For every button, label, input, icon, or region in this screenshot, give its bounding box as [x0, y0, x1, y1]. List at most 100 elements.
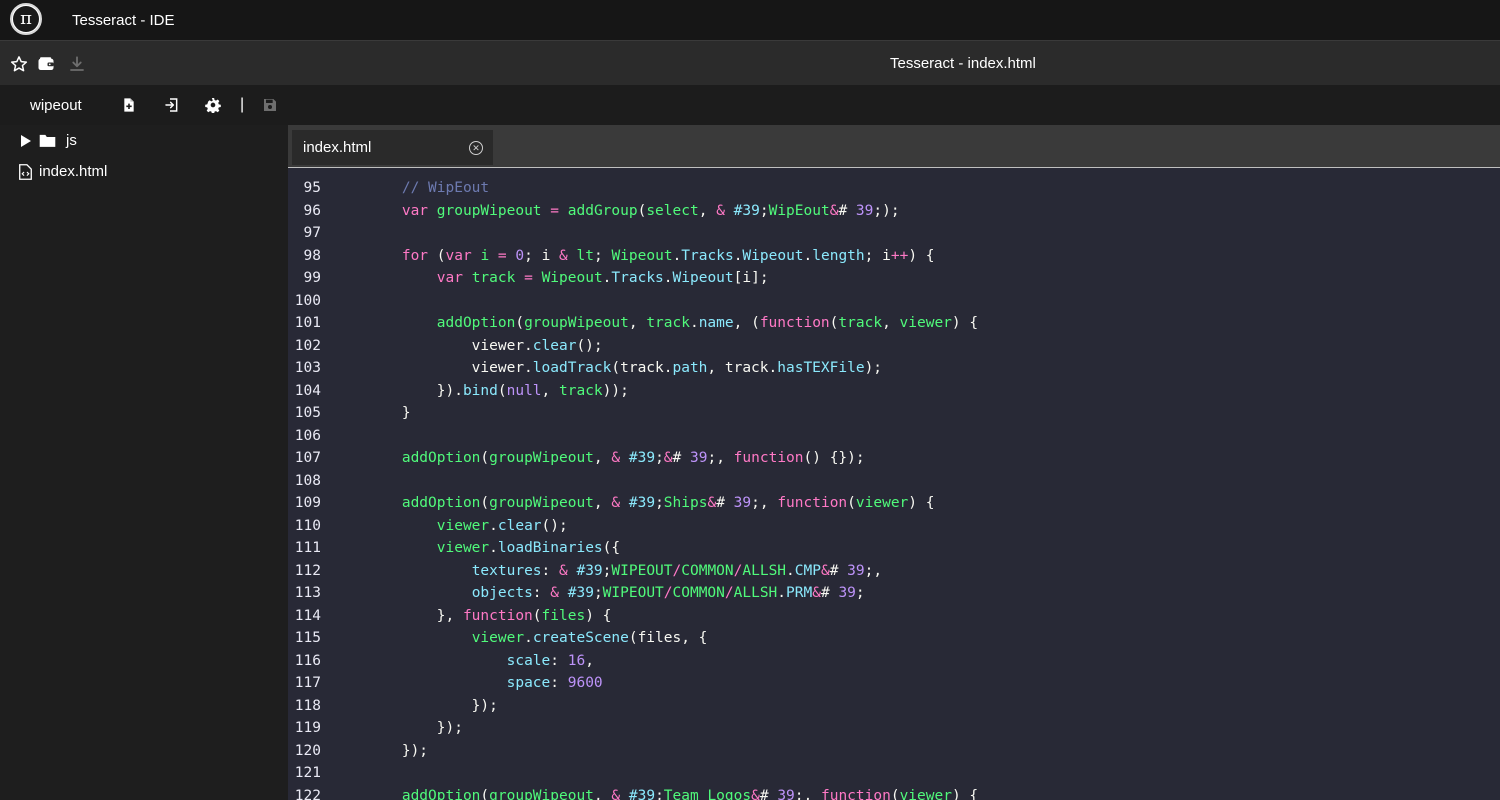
line-number: 107 — [294, 450, 321, 466]
code-text: addOption(groupWipeout, & #39;Ships&# 39… — [332, 492, 935, 515]
code-line[interactable]: 110 viewer.clear(); — [288, 515, 1500, 538]
code-text: }); — [332, 717, 463, 740]
code-line[interactable]: 102 viewer.clear(); — [288, 335, 1500, 358]
close-icon[interactable]: ✕ — [469, 141, 483, 155]
code-line[interactable]: 116 scale: 16, — [288, 650, 1500, 673]
code-token: groupWipeout — [524, 315, 629, 331]
code-token: #39 — [567, 585, 594, 601]
code-token: & — [812, 585, 821, 601]
code-line[interactable]: 109 addOption(groupWipeout, & #39;Ships&… — [288, 492, 1500, 515]
tree-file-index-html[interactable]: index.html — [19, 163, 107, 180]
code-token: #39 — [628, 450, 656, 466]
line-number: 106 — [294, 427, 321, 444]
code-line[interactable]: 115 viewer.createScene(files, { — [288, 627, 1500, 650]
code-line[interactable]: 111 viewer.loadBinaries({ — [288, 537, 1500, 560]
code-token: bind — [462, 382, 498, 399]
code-text: textures: & #39;WIPEOUT/COMMON/ALLSH.CMP… — [332, 560, 882, 583]
project-name[interactable]: wipeout — [30, 97, 82, 114]
code-text: viewer.createScene(files, { — [332, 627, 708, 650]
code-token: addOption — [401, 495, 481, 511]
code-line[interactable]: 101 addOption(groupWipeout, track.name, … — [288, 312, 1500, 335]
code-token: hasTEXFile — [777, 360, 865, 376]
code-line[interactable]: 96 var groupWipeout = addGroup(select, &… — [288, 200, 1500, 223]
code-token: 39 — [690, 450, 708, 466]
code-token: , — [593, 495, 612, 511]
code-line[interactable]: 107 addOption(groupWipeout, & #39;&# 39;… — [288, 447, 1500, 470]
code-token: track — [471, 270, 516, 286]
code-line[interactable]: 98 for (var i = 0; i & lt; Wipeout.Track… — [288, 245, 1500, 268]
code-line[interactable]: 106 — [288, 425, 1500, 448]
code-text: objects: & #39;WIPEOUT/COMMON/ALLSH.PRM&… — [332, 582, 865, 605]
code-token: scale — [506, 652, 551, 669]
code-line[interactable]: 105 } — [288, 402, 1500, 425]
project-bar: wipeout | — [0, 85, 1500, 125]
code-line[interactable]: 114 }, function(files) { — [288, 605, 1500, 628]
app-logo[interactable]: π — [10, 3, 42, 35]
code-editor[interactable]: 95 // WipEout 96 var groupWipeout = addGr… — [288, 169, 1500, 800]
code-token: ; — [759, 202, 769, 219]
code-line[interactable]: 119 }); — [288, 717, 1500, 740]
code-token: null — [506, 382, 542, 399]
tab-index-html[interactable]: index.html ✕ — [292, 130, 493, 165]
code-line[interactable]: 103 viewer.loadTrack(track.path, track.h… — [288, 357, 1500, 380]
code-token: groupWipeout — [489, 495, 594, 511]
code-line[interactable]: 118 }); — [288, 695, 1500, 718]
code-token: Team Logos — [663, 787, 752, 800]
tab-strip: index.html ✕ — [288, 125, 1500, 168]
code-line[interactable]: 120 }); — [288, 740, 1500, 763]
code-token: / — [663, 585, 673, 601]
code-token: & — [716, 202, 725, 219]
caret-right-icon[interactable] — [21, 134, 31, 147]
code-line[interactable]: 95 // WipEout — [288, 177, 1500, 200]
code-line[interactable]: 100 — [288, 290, 1500, 313]
code-line[interactable]: 99 var track = Wipeout.Tracks.Wipeout[i]… — [288, 267, 1500, 290]
code-text: }); — [332, 740, 428, 763]
code-text: addOption(groupWipeout, track.name, (fun… — [332, 312, 978, 335]
code-line[interactable]: 104 }).bind(null, track)); — [288, 380, 1500, 403]
code-token: ( — [515, 315, 525, 331]
code-token: addOption — [436, 315, 516, 331]
save-icon[interactable] — [262, 97, 278, 113]
code-token: & — [559, 247, 568, 264]
code-token: ) { — [908, 495, 935, 511]
gear-icon[interactable] — [205, 97, 221, 114]
pi-logo-icon: π — [13, 6, 39, 32]
code-token: track — [838, 315, 883, 331]
code-token: , track. — [707, 360, 778, 376]
wallet-icon[interactable] — [37, 55, 55, 73]
import-icon[interactable] — [164, 97, 180, 113]
folder-icon — [39, 133, 56, 148]
line-number: 102 — [294, 337, 321, 354]
code-token: ) { — [951, 787, 979, 800]
new-file-icon[interactable] — [121, 97, 137, 113]
code-line[interactable]: 112 textures: & #39;WIPEOUT/COMMON/ALLSH… — [288, 560, 1500, 583]
tree-folder-js[interactable]: js — [21, 132, 77, 149]
code-line[interactable]: 97 — [288, 222, 1500, 245]
code-line[interactable]: 117 space: 9600 — [288, 672, 1500, 695]
download-icon[interactable] — [68, 55, 86, 73]
code-token: objects — [471, 585, 533, 601]
line-number: 116 — [294, 652, 321, 669]
code-text: viewer.clear(); — [332, 335, 603, 358]
code-token: }, — [332, 607, 463, 624]
code-line[interactable]: 121 — [288, 762, 1500, 785]
code-token: loadTrack — [532, 360, 612, 376]
line-number: 104 — [294, 382, 321, 399]
code-line[interactable]: 113 objects: & #39;WIPEOUT/COMMON/ALLSH.… — [288, 582, 1500, 605]
code-token: Wipeout — [672, 270, 734, 286]
code-token: ( — [480, 450, 490, 466]
code-line[interactable]: 108 — [288, 470, 1500, 493]
code-token: . — [663, 270, 673, 286]
toolbar: Tesseract - index.html — [0, 41, 1500, 85]
code-line[interactable]: 122 addOption(groupWipeout, & #39;Team L… — [288, 785, 1500, 800]
star-icon[interactable] — [10, 55, 28, 73]
code-token: ( — [428, 247, 446, 264]
code-token: ( — [890, 787, 900, 800]
